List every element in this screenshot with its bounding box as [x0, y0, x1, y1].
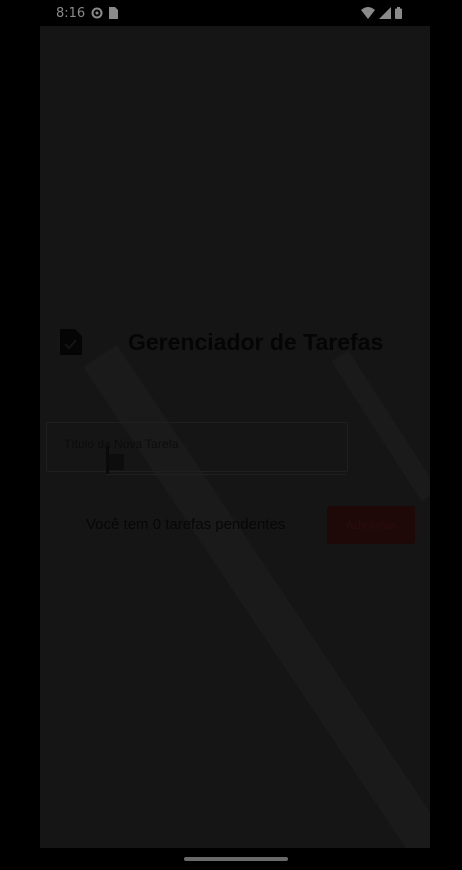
- page-title: Gerenciador de Tarefas: [128, 328, 384, 355]
- status-right: [361, 7, 430, 19]
- pending-tasks-text: Você tem 0 tarefas pendentes: [86, 516, 286, 533]
- signal-icon: [379, 7, 391, 19]
- clock: 8:16: [56, 5, 86, 21]
- app-header: Gerenciador de Tarefas: [60, 326, 420, 358]
- status-left: 8:16: [40, 5, 119, 21]
- home-indicator[interactable]: [184, 857, 288, 861]
- document-check-icon: [60, 329, 82, 355]
- settings-status-icon: [91, 7, 103, 19]
- status-bar: 8:16: [40, 0, 430, 26]
- app-screen: Gerenciador de Tarefas Título da Nova Ta…: [40, 26, 430, 848]
- battery-icon: [395, 7, 402, 19]
- sim-card-icon: [109, 7, 119, 19]
- task-title-input[interactable]: [106, 454, 346, 475]
- text-cursor-icon: [106, 446, 124, 474]
- add-task-button[interactable]: Adicionar: [327, 506, 415, 544]
- wifi-icon: [361, 7, 375, 19]
